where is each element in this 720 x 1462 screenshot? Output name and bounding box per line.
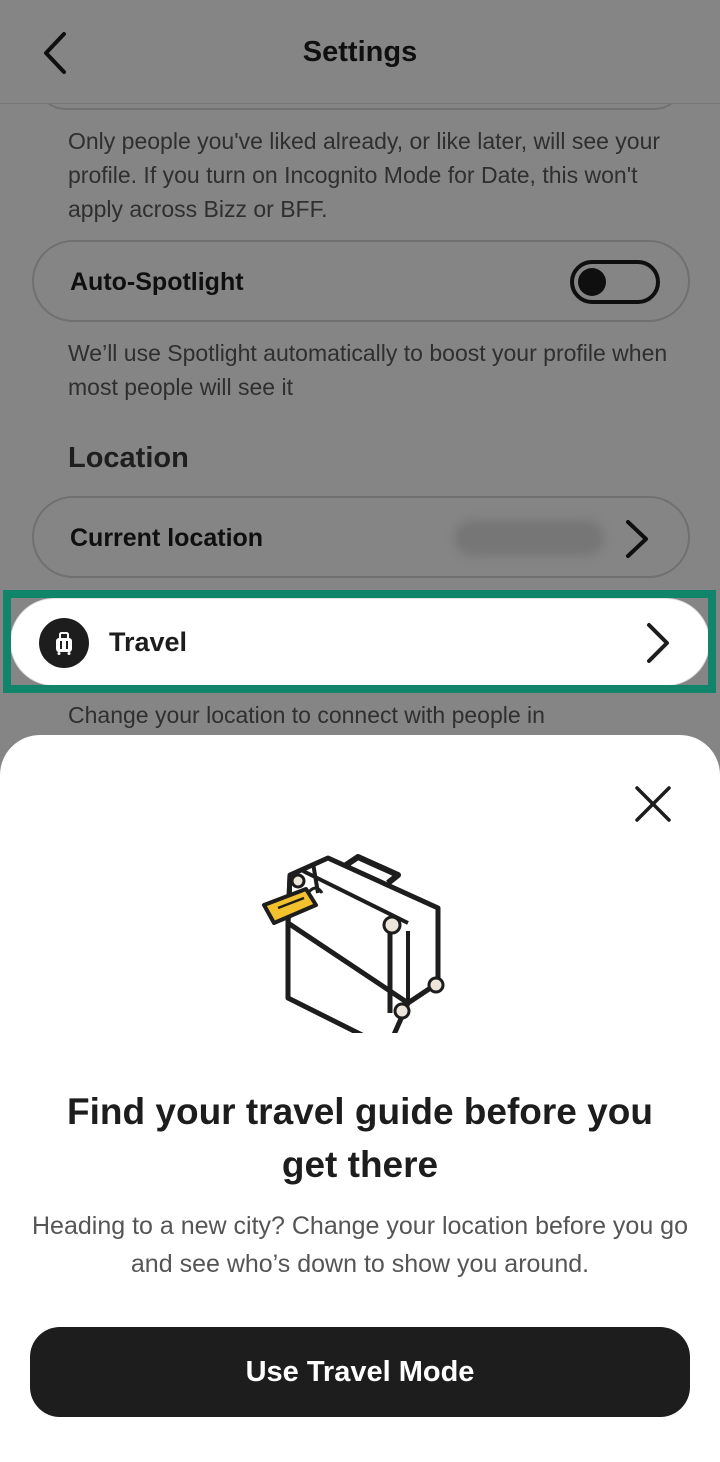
- travel-label: Travel: [109, 627, 188, 657]
- settings-screen: Settings Only people you've liked alread…: [0, 0, 720, 1462]
- travel-row[interactable]: Travel: [10, 598, 710, 686]
- sheet-title: Find your travel guide before you get th…: [67, 1091, 653, 1185]
- suitcase-icon: [39, 618, 89, 668]
- chevron-right-icon: [647, 623, 669, 663]
- travel-bottom-sheet: Find your travel guide before you get th…: [0, 735, 720, 1462]
- sheet-description: Heading to a new city? Change your locat…: [32, 1212, 688, 1278]
- close-icon: [635, 786, 671, 822]
- suitcase-illustration: [262, 854, 445, 1033]
- close-button[interactable]: [630, 781, 676, 827]
- use-travel-mode-button[interactable]: Use Travel Mode: [30, 1327, 690, 1417]
